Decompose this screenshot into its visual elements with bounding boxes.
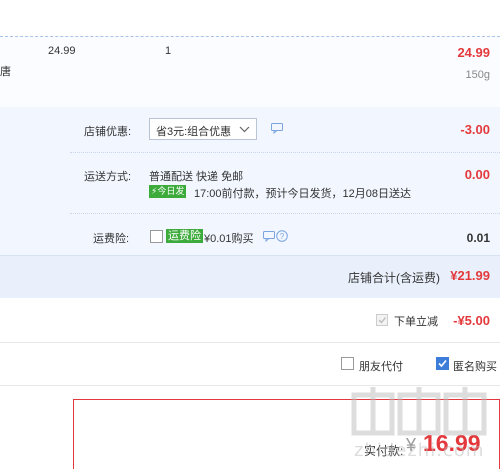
divider — [0, 342, 500, 343]
insurance-label: 运费险: — [93, 233, 130, 245]
comment-icon[interactable] — [263, 231, 275, 242]
shipping-amount: 0.00 — [464, 167, 490, 182]
shop-discount-label: 店铺优惠: — [84, 126, 132, 138]
watermark-text: zhidezhi.com — [354, 440, 485, 461]
shop-total-row: 店铺合计(含运费) ¥21.99 — [0, 255, 500, 298]
shipping-method: 普通配送 快递 免邮 — [149, 171, 244, 183]
instant-discount-checkbox — [376, 314, 388, 326]
check-icon — [438, 359, 447, 368]
item-weight: 150g — [465, 69, 490, 81]
shipping-label: 运送方式: — [84, 171, 132, 183]
shipping-note: 17:00前付款，预计今日发货，12月08日送达 — [194, 188, 411, 200]
instant-discount-amount: -¥5.00 — [453, 313, 490, 328]
shop-total-amount: ¥21.99 — [450, 268, 490, 283]
help-icon[interactable]: ? — [276, 230, 288, 242]
insurance-amount: 0.01 — [466, 231, 490, 245]
today-ship-badge-text: 今日发 — [157, 186, 185, 196]
watermark: zhidezhi.com — [350, 385, 500, 467]
watermark-logo — [351, 387, 487, 436]
item-name-fragment: 唐 — [0, 66, 11, 78]
cart-item-row: 唐 24.99 1 24.99 150g — [0, 36, 500, 108]
insurance-tag: 运费险 — [166, 229, 203, 243]
anonymous-checkbox[interactable] — [436, 357, 449, 370]
check-icon — [378, 317, 387, 324]
today-ship-badge: ⚡今日发 — [149, 185, 187, 198]
comment-icon[interactable] — [271, 123, 283, 134]
insurance-price: ¥0.01购买 — [204, 233, 254, 245]
friend-pay-label: 朋友代付 — [359, 361, 403, 373]
discount-select-value: 省3元:组合优惠 — [156, 126, 232, 138]
anonymous-label: 匿名购买 — [453, 361, 497, 373]
insurance-checkbox[interactable] — [150, 230, 163, 243]
divider — [70, 152, 500, 153]
shop-total-label: 店铺合计(含运费) — [348, 271, 440, 285]
item-subtotal: 24.99 — [457, 45, 490, 60]
chevron-down-icon — [239, 126, 250, 133]
discount-select[interactable]: 省3元:组合优惠 — [149, 118, 257, 140]
instant-discount-label: 下单立减 — [394, 316, 438, 328]
item-quantity: 1 — [165, 45, 172, 57]
discount-amount: -3.00 — [460, 122, 490, 137]
item-unit-price: 24.99 — [48, 45, 76, 57]
divider — [70, 213, 500, 214]
svg-text:?: ? — [280, 232, 285, 241]
friend-pay-checkbox[interactable] — [341, 357, 354, 370]
